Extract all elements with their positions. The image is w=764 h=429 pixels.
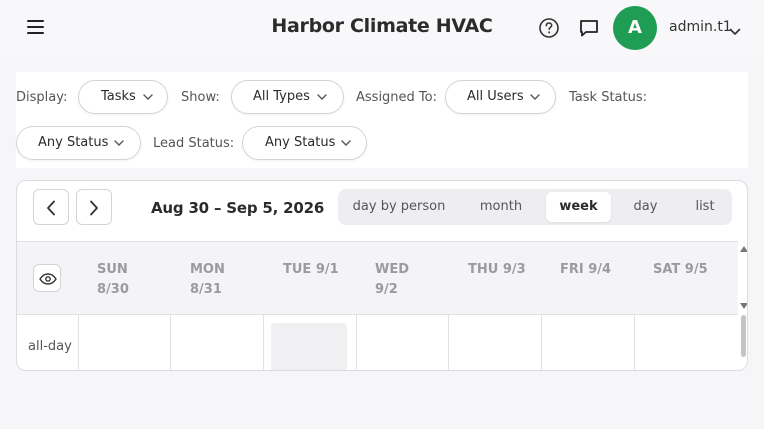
- task-status-label: Task Status:: [569, 90, 647, 105]
- day-header-sat[interactable]: SAT 9/5: [653, 260, 708, 280]
- next-week-button[interactable]: [76, 189, 112, 225]
- chevron-down-icon: [530, 94, 540, 100]
- day-header-wed[interactable]: WED 9/2: [375, 260, 409, 300]
- chevron-right-icon: [90, 200, 98, 216]
- all-day-cell[interactable]: [356, 315, 448, 370]
- help-icon[interactable]: [538, 17, 560, 39]
- all-day-row: all-day: [17, 315, 741, 370]
- view-switcher: day by person month week day list: [338, 189, 732, 225]
- view-day[interactable]: day: [623, 189, 668, 225]
- lead-status-dropdown[interactable]: Any Status: [242, 126, 367, 160]
- today-highlight: [271, 323, 347, 370]
- day-header-mon[interactable]: MON 8/31: [190, 260, 225, 300]
- calendar: Aug 30 – Sep 5, 2026 day by person month…: [16, 180, 748, 371]
- view-month[interactable]: month: [470, 189, 532, 225]
- all-day-label: all-day: [28, 339, 72, 354]
- assigned-label: Assigned To:: [356, 90, 437, 105]
- scroll-thumb[interactable]: [741, 315, 746, 357]
- assigned-value: All Users: [467, 89, 524, 104]
- view-week[interactable]: week: [546, 192, 611, 222]
- view-list[interactable]: list: [684, 189, 726, 225]
- chevron-left-icon: [47, 200, 55, 216]
- show-value: All Types: [253, 89, 310, 104]
- prev-week-button[interactable]: [33, 189, 69, 225]
- scroll-down-arrow[interactable]: [740, 303, 747, 309]
- avatar[interactable]: A: [613, 6, 657, 50]
- task-status-dropdown[interactable]: Any Status: [16, 126, 141, 160]
- display-dropdown[interactable]: Tasks: [78, 80, 168, 114]
- show-dropdown[interactable]: All Types: [231, 80, 344, 114]
- chat-icon[interactable]: [578, 17, 600, 39]
- chevron-down-icon: [114, 140, 124, 146]
- all-day-cell[interactable]: [263, 315, 356, 370]
- day-header-tue[interactable]: TUE 9/1: [283, 260, 339, 280]
- show-label: Show:: [181, 90, 220, 105]
- chevron-down-icon: [143, 94, 153, 100]
- chevron-down-icon: [341, 140, 351, 146]
- day-header-sun[interactable]: SUN 8/30: [97, 260, 129, 300]
- all-day-cell[interactable]: [448, 315, 541, 370]
- display-value: Tasks: [101, 89, 136, 104]
- chevron-down-icon: [317, 94, 327, 100]
- eye-icon[interactable]: [33, 264, 61, 292]
- display-label: Display:: [16, 90, 68, 105]
- view-day-by-person[interactable]: day by person: [344, 189, 454, 225]
- lead-status-label: Lead Status:: [153, 136, 235, 151]
- lead-status-value: Any Status: [265, 135, 336, 150]
- day-header-fri[interactable]: FRI 9/4: [560, 260, 611, 280]
- date-range-title: Aug 30 – Sep 5, 2026: [151, 199, 325, 217]
- all-day-cell[interactable]: [78, 315, 171, 370]
- calendar-scrollbar[interactable]: [738, 241, 747, 370]
- all-day-cell[interactable]: [541, 315, 634, 370]
- filter-panel: Display: Tasks Show: All Types Assigned …: [16, 72, 748, 168]
- chevron-down-icon[interactable]: [729, 22, 741, 35]
- all-day-cell[interactable]: [170, 315, 263, 370]
- user-menu-name[interactable]: admin.t1: [669, 19, 732, 35]
- scroll-up-arrow[interactable]: [740, 246, 747, 252]
- task-status-value: Any Status: [38, 135, 109, 150]
- day-header-thu[interactable]: THU 9/3: [468, 260, 526, 280]
- assigned-dropdown[interactable]: All Users: [445, 80, 556, 114]
- app-header: Harbor Climate HVAC A admin.t1: [0, 0, 764, 56]
- all-day-cell[interactable]: [634, 315, 741, 370]
- week-header: SUN 8/30 MON 8/31 TUE 9/1 WED 9/2 THU 9/3 F…: [17, 241, 747, 315]
